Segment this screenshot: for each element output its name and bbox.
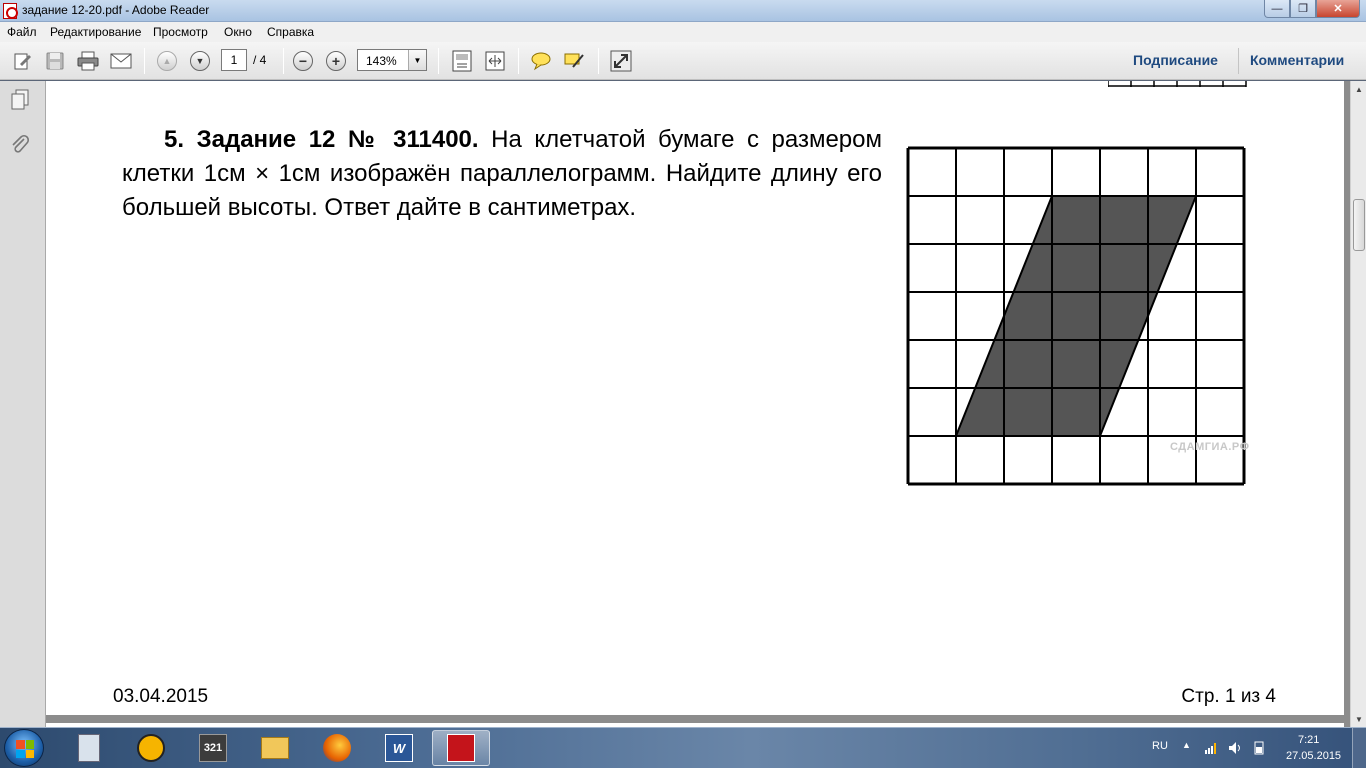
- next-page-button[interactable]: ▼: [187, 49, 213, 73]
- adobe-reader-icon: [447, 734, 475, 762]
- chevron-down-icon[interactable]: ▼: [408, 50, 426, 70]
- page-total: / 4: [253, 53, 267, 67]
- document-viewer[interactable]: 5. Задание 12 № 311400. На клетчатой бум…: [46, 81, 1350, 727]
- title-bar: задание 12-20.pdf - Adobe Reader — ❐ ✕: [0, 0, 1366, 22]
- zoom-in-button[interactable]: +: [323, 49, 349, 73]
- menu-bar: Файл Редактирование Просмотр Окно Справк…: [0, 22, 1366, 42]
- edit-document-icon: [14, 53, 31, 70]
- fit-width-icon: [485, 51, 505, 71]
- footer-page-number: Стр. 1 из 4: [1181, 686, 1276, 707]
- aimp-icon: [137, 734, 165, 762]
- sign-panel-link[interactable]: Подписание: [1133, 52, 1218, 68]
- paperclip-icon: [12, 134, 30, 153]
- taskbar-explorer[interactable]: [246, 730, 304, 766]
- previous-page-button[interactable]: ▲: [154, 49, 180, 73]
- menu-edit[interactable]: Редактирование: [50, 25, 141, 39]
- show-hidden-icons-button[interactable]: ▲: [1182, 740, 1191, 750]
- add-comment-button[interactable]: [528, 49, 554, 73]
- taskbar-word[interactable]: W: [370, 730, 428, 766]
- taskbar: 321 W RU ▲ 7:21 27.05.2015: [0, 727, 1366, 768]
- pdf-page: 5. Задание 12 № 311400. На клетчатой бум…: [46, 81, 1344, 715]
- attachments-button[interactable]: [9, 133, 31, 155]
- start-button[interactable]: [4, 729, 44, 767]
- pages-icon: [11, 89, 29, 110]
- zoom-select[interactable]: 143% ▼: [357, 49, 427, 71]
- close-button[interactable]: ✕: [1316, 0, 1360, 18]
- taskbar-media-player[interactable]: 321: [184, 730, 242, 766]
- vertical-scrollbar[interactable]: ▲ ▼: [1350, 81, 1366, 727]
- clock-date[interactable]: 27.05.2015: [1286, 750, 1341, 762]
- arrow-up-icon: ▲: [157, 51, 177, 71]
- highlighter-icon: [564, 53, 584, 68]
- highlight-button[interactable]: [561, 49, 587, 73]
- menu-view[interactable]: Просмотр: [153, 25, 208, 39]
- parallelogram-figure: [906, 146, 1246, 486]
- taskbar-aimp[interactable]: [122, 730, 180, 766]
- language-indicator[interactable]: RU: [1152, 740, 1168, 752]
- print-button[interactable]: [75, 49, 101, 73]
- comment-panel-link[interactable]: Комментарии: [1250, 52, 1344, 68]
- navigation-pane: [0, 81, 46, 727]
- adobe-reader-app-icon: [3, 3, 18, 19]
- network-icon[interactable]: [1204, 741, 1218, 755]
- taskbar-adobe-reader[interactable]: [432, 730, 490, 766]
- window-controls: — ❐ ✕: [1264, 0, 1360, 18]
- parallelogram-shape: [954, 195, 1198, 437]
- volume-icon[interactable]: [1228, 741, 1242, 755]
- save-button[interactable]: [42, 49, 68, 73]
- minimize-button[interactable]: —: [1264, 0, 1290, 18]
- expand-icon: [610, 50, 632, 72]
- arrow-down-icon: ▼: [190, 51, 210, 71]
- watermark: СДАМГИА.РФ: [1170, 441, 1250, 453]
- menu-window[interactable]: Окно: [224, 25, 252, 39]
- scroll-down-button[interactable]: ▼: [1351, 711, 1366, 727]
- plus-icon: +: [326, 51, 346, 71]
- fit-page-icon: [452, 50, 472, 72]
- calculator-icon: [78, 734, 100, 762]
- problem-number: 5. Задание 12 № 311400.: [164, 126, 479, 153]
- full-screen-button[interactable]: [608, 49, 634, 73]
- page-thumbnails-button[interactable]: [9, 89, 31, 111]
- fit-width-button[interactable]: [482, 49, 508, 73]
- zoom-value: 143%: [366, 54, 397, 68]
- speech-bubble-icon: [531, 52, 551, 71]
- floppy-disk-icon: [46, 52, 64, 70]
- minus-icon: −: [293, 51, 313, 71]
- window-title: задание 12-20.pdf - Adobe Reader: [22, 3, 210, 17]
- previous-figure-fragment: [1108, 81, 1247, 87]
- menu-file[interactable]: Файл: [7, 25, 37, 39]
- printer-icon: [77, 51, 99, 71]
- menu-help[interactable]: Справка: [267, 25, 314, 39]
- clock-time[interactable]: 7:21: [1298, 734, 1319, 746]
- media-player-classic-icon: 321: [199, 734, 227, 762]
- footer-date: 03.04.2015: [113, 686, 209, 707]
- fit-page-button[interactable]: [449, 49, 475, 73]
- word-icon: W: [385, 734, 413, 762]
- file-explorer-icon: [261, 737, 289, 759]
- scroll-thumb[interactable]: [1353, 199, 1365, 251]
- problem-text: 5. Задание 12 № 311400. На клетчатой бум…: [122, 123, 882, 225]
- battery-icon[interactable]: [1252, 741, 1266, 755]
- envelope-icon: [110, 53, 132, 69]
- taskbar-calculator[interactable]: [60, 730, 118, 766]
- windows-logo-icon: [16, 740, 34, 758]
- page-number-input[interactable]: [221, 49, 247, 71]
- create-pdf-button[interactable]: [9, 49, 35, 73]
- email-button[interactable]: [108, 49, 134, 73]
- zoom-out-button[interactable]: −: [290, 49, 316, 73]
- maximize-button[interactable]: ❐: [1290, 0, 1316, 18]
- scroll-up-button[interactable]: ▲: [1351, 81, 1366, 97]
- firefox-icon: [323, 734, 351, 762]
- show-desktop-button[interactable]: [1352, 728, 1366, 768]
- taskbar-firefox[interactable]: [308, 730, 366, 766]
